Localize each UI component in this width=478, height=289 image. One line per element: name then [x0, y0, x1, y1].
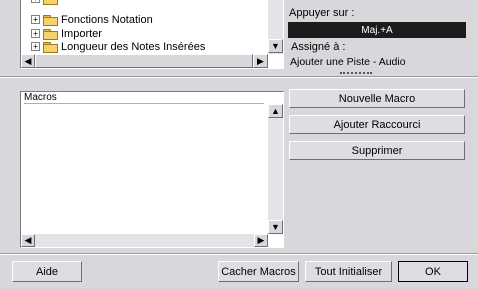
- shortcut-key-field[interactable]: Maj.+A: [288, 22, 466, 38]
- expand-icon[interactable]: +: [31, 42, 40, 51]
- delete-button[interactable]: Supprimer: [289, 141, 465, 160]
- scroll-left-arrow-icon[interactable]: ◀: [21, 54, 35, 68]
- folder-icon: [43, 14, 58, 26]
- ok-button[interactable]: OK: [398, 261, 468, 282]
- tree-item-importer[interactable]: + Importer: [31, 27, 102, 40]
- separator: [0, 76, 478, 78]
- assigned-to-label: Assigné à :: [291, 41, 346, 53]
- macros-list-header: Macros: [24, 92, 264, 104]
- macros-vertical-scrollbar[interactable]: ▲ ▼: [268, 104, 283, 234]
- footer-separator: [0, 253, 478, 255]
- press-key-label: Appuyer sur :: [289, 7, 355, 19]
- tree-item-partial[interactable]: +: [31, 0, 58, 5]
- scroll-up-arrow-icon[interactable]: ▲: [268, 104, 283, 118]
- new-macro-button[interactable]: Nouvelle Macro: [289, 89, 465, 108]
- help-button[interactable]: Aide: [12, 261, 82, 282]
- scroll-right-arrow-icon[interactable]: ▶: [254, 234, 268, 247]
- scroll-down-arrow-icon[interactable]: ▼: [268, 220, 283, 234]
- folder-icon: [43, 0, 58, 5]
- folder-icon: [43, 41, 58, 53]
- expand-icon[interactable]: +: [31, 0, 40, 3]
- assigned-command-value: Ajouter une Piste - Audio: [290, 56, 406, 68]
- tree-item-label: Fonctions Notation: [61, 13, 153, 26]
- scroll-thumb[interactable]: [35, 54, 253, 68]
- tree-horizontal-scrollbar[interactable]: ◀ ▶: [21, 54, 268, 68]
- macros-list[interactable]: Macros ▲ ▼ ◀ ▶: [20, 91, 284, 248]
- scroll-left-arrow-icon[interactable]: ◀: [21, 234, 35, 247]
- tree-item-longueur-notes[interactable]: + Longueur des Notes Insérées: [31, 40, 205, 53]
- reset-all-button[interactable]: Tout Initialiser: [305, 261, 392, 282]
- scroll-down-arrow-icon[interactable]: ▼: [268, 39, 283, 53]
- macros-horizontal-scrollbar[interactable]: ◀ ▶: [21, 234, 268, 247]
- tree-item-label: Importer: [61, 27, 102, 40]
- tree-vertical-scrollbar[interactable]: ▼: [268, 0, 283, 54]
- expand-icon[interactable]: +: [31, 29, 40, 38]
- scroll-right-arrow-icon[interactable]: ▶: [253, 54, 268, 68]
- command-tree-panel: + + Fonctions Notation + Importer + Long…: [20, 0, 284, 69]
- expand-icon[interactable]: +: [31, 15, 40, 24]
- hide-macros-button[interactable]: Cacher Macros: [218, 261, 299, 282]
- tree-item-fonctions-notation[interactable]: + Fonctions Notation: [31, 13, 153, 26]
- add-shortcut-button[interactable]: Ajouter Raccourci: [289, 115, 465, 134]
- folder-icon: [43, 28, 58, 40]
- tree-item-label: Longueur des Notes Insérées: [61, 40, 206, 53]
- partial-text-cutoff: [340, 72, 372, 75]
